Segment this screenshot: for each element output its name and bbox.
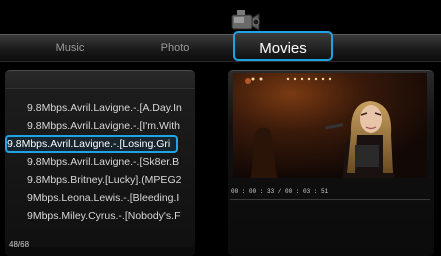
- video-preview: [233, 73, 427, 178]
- list-item[interactable]: 9.8Mbps.Avril.Lavigne.-.[A.Day.In: [27, 99, 190, 117]
- divider: [230, 199, 430, 200]
- tab-music[interactable]: Music: [40, 35, 100, 61]
- tab-photo[interactable]: Photo: [145, 35, 205, 61]
- list-item[interactable]: 9.8Mbps.Avril.Lavigne.-.[I'm.With: [27, 117, 190, 135]
- list-item[interactable]: 9.8Mbps.Britney.[Lucky].(MPEG2: [27, 171, 190, 189]
- tab-movies[interactable]: Movies: [233, 31, 333, 61]
- list-item[interactable]: 9.8Mbps.Avril.Lavigne.-.[Sk8er.B: [27, 153, 190, 171]
- playback-timecode: 00 : 00 : 33 / 00 : 03 : 51: [231, 188, 329, 195]
- category-tab-bar: Music Photo Movies: [0, 31, 441, 62]
- file-list: 9.8Mbps.Avril.Lavigne.-.[A.Day.In 9.8Mbp…: [5, 88, 195, 247]
- page-counter: 48/68: [9, 240, 30, 249]
- list-item[interactable]: 9Mbps.Leona.Lewis.-.[Bleeding.I: [27, 189, 190, 207]
- list-item[interactable]: 9Mbps.Miley.Cyrus.-.[Nobody's.F: [27, 207, 190, 225]
- list-item-selected[interactable]: 9.8Mbps.Avril.Lavigne.-.[Losing.Gri: [5, 135, 178, 153]
- video-frame-image: [233, 73, 427, 178]
